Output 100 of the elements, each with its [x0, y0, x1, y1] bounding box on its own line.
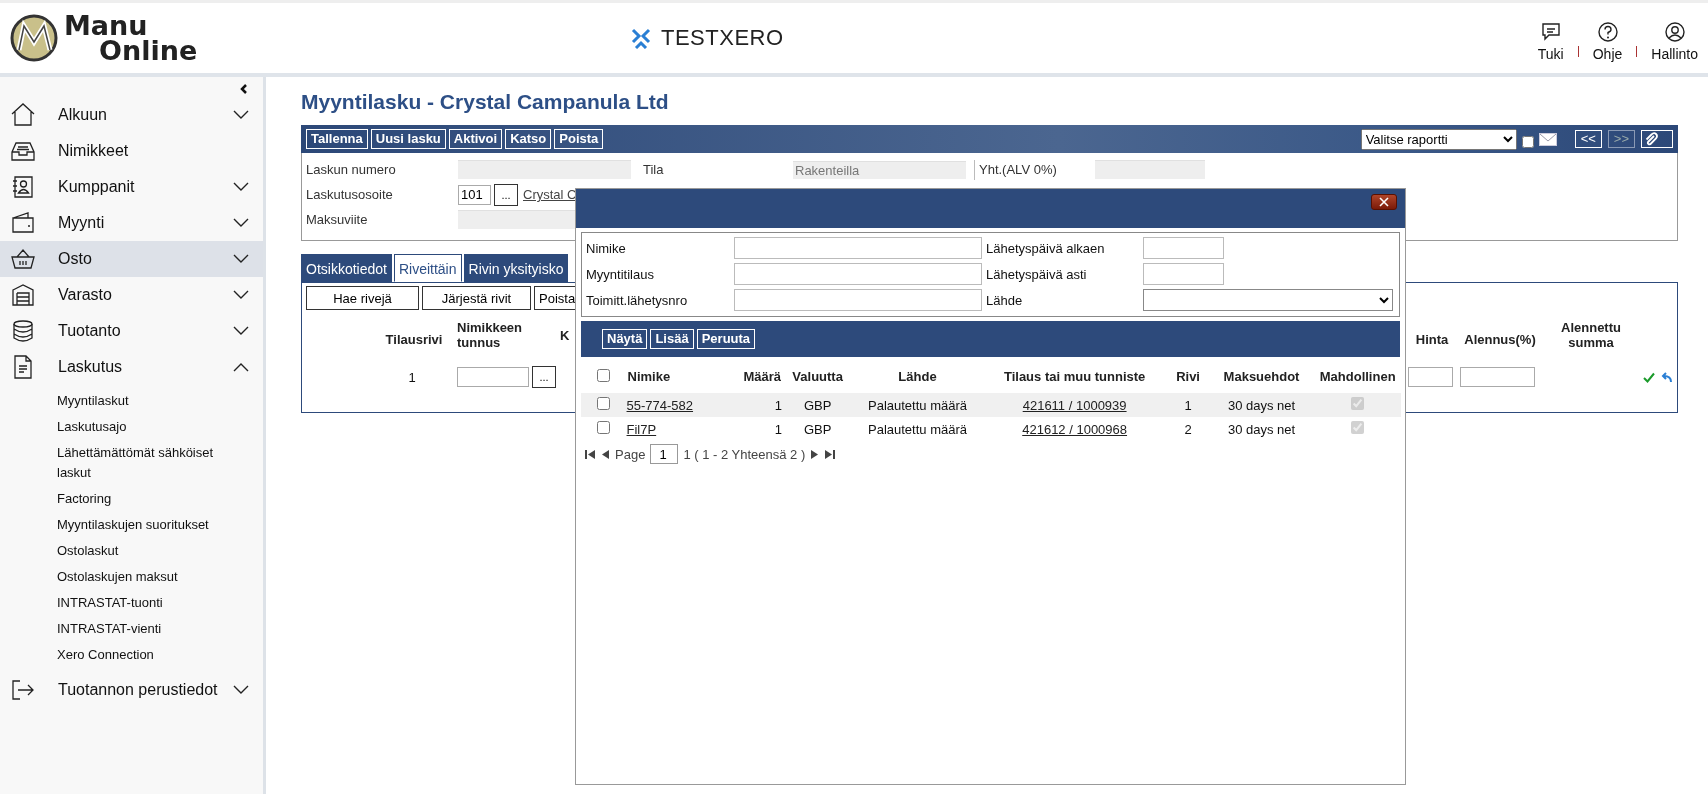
nav-button[interactable]: <<: [1574, 130, 1602, 148]
column-header: K: [560, 327, 571, 343]
user-icon: [1663, 20, 1686, 43]
item-code-field[interactable]: [457, 367, 529, 387]
filter-field[interactable]: [734, 289, 982, 311]
attachment-button[interactable]: [1641, 130, 1673, 148]
next-page-icon[interactable]: [810, 448, 820, 460]
toolbar-button[interactable]: Katso: [505, 129, 552, 149]
toolbar-button[interactable]: Uusi lasku: [370, 129, 446, 149]
dialog-button[interactable]: Lisää: [650, 329, 694, 349]
field-label: Tila: [643, 162, 665, 177]
sidebar-subitem[interactable]: Laskutusajo: [57, 414, 242, 440]
close-button[interactable]: [1371, 194, 1397, 210]
header-action[interactable]: Ohje: [1592, 20, 1623, 62]
price-field[interactable]: [1408, 367, 1453, 387]
table-link[interactable]: 421612 / 1000968: [1022, 421, 1128, 437]
tab[interactable]: Riveittäin: [393, 254, 462, 282]
sidebar-subitem[interactable]: Myyntilaskut: [57, 388, 242, 414]
page-field[interactable]: 1: [650, 444, 679, 464]
sidebar-item[interactable]: Tuotanto: [0, 313, 263, 349]
sidebar-subitem[interactable]: Factoring: [57, 486, 242, 512]
toolbar-button[interactable]: Tallenna: [306, 129, 368, 149]
contact-book-icon: [10, 174, 36, 200]
table-cell: 2: [1184, 421, 1192, 437]
field-label: Myyntitilaus: [586, 266, 655, 282]
date-field[interactable]: [1143, 237, 1224, 259]
logo-icon: [10, 14, 58, 62]
date-field[interactable]: [1143, 263, 1224, 285]
pager-label: Page: [615, 446, 646, 462]
sidebar-item[interactable]: Tuotannon perustiedot: [0, 672, 263, 708]
sidebar-subitem[interactable]: Xero Connection: [57, 642, 242, 668]
table-link[interactable]: Fil7P: [626, 421, 657, 437]
sidebar-item[interactable]: Kumppanit: [0, 169, 263, 205]
sidebar-item[interactable]: Nimikkeet: [0, 133, 263, 169]
envelope-icon[interactable]: [1538, 132, 1557, 146]
sidebar-subitem[interactable]: Myyntilaskujen suoritukset: [57, 512, 242, 538]
email-checkbox[interactable]: [1521, 135, 1534, 148]
sidebar-subitem[interactable]: Ostolaskut: [57, 538, 242, 564]
table-cell: Palautettu määrä: [868, 397, 967, 413]
field-label: Lähde: [986, 292, 1024, 308]
table-cell: GBP: [803, 397, 832, 413]
undo-icon[interactable]: [1659, 371, 1672, 383]
database-icon: [10, 318, 36, 344]
column-header: Alennus(%): [1463, 330, 1537, 347]
header-action[interactable]: Hallinto: [1651, 20, 1698, 62]
row-checkbox[interactable]: [597, 421, 611, 434]
filter-field[interactable]: [734, 237, 982, 259]
tab[interactable]: Otsikkotiedot: [301, 254, 392, 282]
table-cell-text: 1: [407, 369, 417, 385]
discount-field[interactable]: [1460, 367, 1535, 387]
field-label: Lähetyspäivä alkaen: [986, 240, 1106, 256]
address-link[interactable]: Crystal C: [523, 187, 577, 202]
dialog-button[interactable]: Peruuta: [696, 329, 756, 349]
sidebar-subitem[interactable]: INTRASTAT-vienti: [57, 616, 242, 642]
header-action[interactable]: Tuki: [1537, 20, 1564, 62]
sidebar-subitem[interactable]: Lähettämättömät sähköiset laskut: [57, 440, 242, 486]
dialog-button[interactable]: Näytä: [602, 329, 648, 349]
sidebar-item[interactable]: Osto: [0, 241, 263, 277]
filter-field[interactable]: [734, 263, 982, 285]
lines-button[interactable]: Järjestä rivit: [422, 286, 531, 310]
browse-button[interactable]: ...: [494, 183, 518, 206]
column-header: Maksuehdot: [1208, 360, 1315, 393]
sidebar-subitem[interactable]: INTRASTAT-tuonti: [57, 590, 242, 616]
page-title: Myyntilasku - Crystal Campanula Ltd: [301, 89, 670, 115]
source-select[interactable]: [1143, 289, 1393, 311]
toolbar-button[interactable]: Poista: [554, 129, 604, 149]
table-cell: Palautettu määrä: [868, 421, 967, 437]
company-name: TESTXERO: [661, 25, 784, 51]
sidebar-item[interactable]: Myynti: [0, 205, 263, 241]
column-header: Tilaus tai muu tunniste: [981, 360, 1168, 393]
column-header: Rivi: [1167, 360, 1209, 393]
table-cell: 1: [1184, 397, 1192, 413]
field-label: Maksuviite: [306, 212, 369, 227]
lines-button[interactable]: Hae rivejä: [306, 286, 419, 310]
sidebar-item[interactable]: Varasto: [0, 277, 263, 313]
sidebar-item[interactable]: Laskutus: [0, 349, 263, 385]
company-icon: [630, 27, 652, 49]
lines-button[interactable]: Poista: [534, 286, 576, 310]
close-icon: [1378, 197, 1390, 207]
row-checkbox[interactable]: [597, 397, 611, 410]
select-all-checkbox[interactable]: [597, 368, 611, 382]
toolbar-button[interactable]: Aktivoi: [448, 129, 503, 149]
browse-button[interactable]: ...: [532, 366, 556, 388]
sidebar-subitem[interactable]: Ostolaskujen maksut: [57, 564, 242, 590]
warehouse-icon: [10, 282, 36, 308]
collapse-icon[interactable]: [239, 83, 249, 95]
tab[interactable]: Rivin yksityisko: [463, 254, 569, 282]
last-page-icon[interactable]: [824, 448, 836, 460]
sidebar-item[interactable]: Alkuun: [0, 97, 263, 133]
pager-summary: 1 ( 1 - 2 Yhteensä 2 ): [683, 446, 806, 462]
check-icon[interactable]: [1643, 371, 1655, 383]
help-icon: [1596, 20, 1619, 43]
column-header: Tilausrivi: [384, 330, 444, 347]
column-header: Valuutta: [782, 360, 854, 393]
address-code-field[interactable]: 101: [458, 184, 491, 205]
column-header: Mahdollinen: [1314, 360, 1401, 393]
first-page-icon[interactable]: [585, 448, 596, 460]
report-select[interactable]: Valitse raportti: [1360, 128, 1517, 150]
table-cell: 1: [774, 397, 783, 413]
previous-page-icon[interactable]: [601, 448, 610, 460]
